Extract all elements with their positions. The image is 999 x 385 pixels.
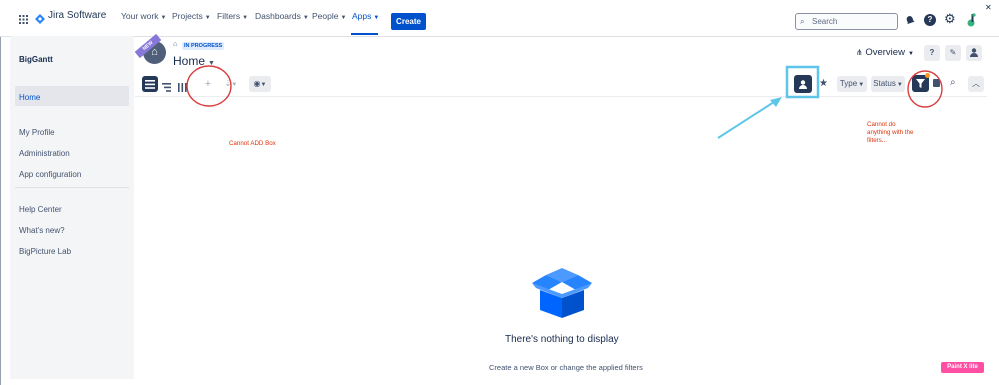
- help-icon[interactable]: ?: [924, 14, 936, 26]
- annotation-arrow-head: [770, 97, 782, 107]
- page-title-text: Home: [173, 54, 206, 68]
- nav-label: Filters: [217, 11, 241, 21]
- empty-state-title: There's nothing to display: [505, 334, 619, 345]
- annotation-arrow-line: [717, 101, 775, 139]
- assignee-filter-button[interactable]: [794, 75, 812, 93]
- eye-icon: ◉: [253, 79, 261, 88]
- status-badge[interactable]: IN PROGRESS: [182, 42, 225, 50]
- nav-dashboards[interactable]: Dashboards ▼: [255, 11, 309, 21]
- close-icon[interactable]: ✕: [985, 3, 992, 12]
- nav-label: People: [312, 11, 339, 21]
- view-list-button[interactable]: [142, 76, 158, 92]
- search-icon: ⌕: [800, 17, 805, 26]
- person-icon: [799, 79, 807, 89]
- star-icon[interactable]: ★: [819, 78, 828, 89]
- empty-box-icon: [532, 268, 592, 318]
- filter-active-dot: [925, 73, 930, 78]
- sort-button[interactable]: ⇣▼: [222, 76, 240, 92]
- user-button[interactable]: [966, 45, 982, 61]
- status-filter-label: Status: [873, 79, 896, 88]
- empty-state-subtitle: Create a new Box or change the applied f…: [489, 363, 643, 372]
- chevron-down-icon: ▼: [907, 51, 914, 57]
- sidebar-title: BigGantt: [19, 55, 53, 64]
- question-icon: ?: [929, 48, 935, 57]
- chevron-down-icon: ▼: [896, 82, 903, 88]
- sidebar-item-app-configuration[interactable]: App configuration: [19, 170, 81, 179]
- nav-label: Dashboards: [255, 11, 301, 21]
- overview-dropdown[interactable]: ⋔ Overview ▼: [856, 47, 914, 58]
- create-button[interactable]: Create: [391, 13, 426, 30]
- add-box-button[interactable]: +: [200, 76, 216, 92]
- search-icon[interactable]: ⌕: [950, 77, 956, 88]
- product-name[interactable]: Jira Software: [48, 10, 106, 21]
- clipboard-icon[interactable]: [933, 79, 940, 87]
- breadcrumb-home-icon[interactable]: ⌂: [173, 41, 177, 48]
- note-line: anything with the: [867, 129, 914, 136]
- sidebar-item-home[interactable]: Home: [19, 93, 40, 102]
- wrench-icon: ✎: [949, 48, 957, 57]
- jira-logo-icon: [35, 14, 45, 24]
- nav-filters[interactable]: Filters ▼: [217, 11, 248, 21]
- nav-label: Apps: [352, 11, 372, 21]
- sidebar-divider: [15, 187, 129, 188]
- chevron-down-icon: ▼: [340, 15, 347, 21]
- settings-gear-icon[interactable]: ⚙: [944, 12, 956, 25]
- active-nav-indicator: [351, 33, 378, 35]
- chevron-down-icon: ▼: [242, 15, 249, 21]
- note-line: filters...: [867, 137, 887, 144]
- window-edge: [0, 0, 1, 385]
- collapse-button[interactable]: ︿: [968, 76, 984, 92]
- nav-label: Projects: [172, 11, 203, 21]
- nav-your-work[interactable]: Your work ▼: [121, 11, 166, 21]
- chevron-down-icon: ▼: [373, 15, 380, 21]
- help-button[interactable]: ?: [924, 45, 940, 61]
- visibility-button[interactable]: ◉▼: [249, 76, 271, 92]
- chevron-down-icon: ▼: [208, 60, 215, 67]
- plus-icon: +: [204, 78, 212, 90]
- top-navigation: Jira Software Your work ▼ Projects ▼ Filte…: [0, 0, 999, 37]
- toolbar-divider: [135, 96, 987, 97]
- sidebar-item-help-center[interactable]: Help Center: [19, 205, 62, 214]
- funnel-icon: [916, 79, 925, 88]
- status-filter-dropdown[interactable]: Status▼: [871, 76, 905, 92]
- sidebar-item-administration[interactable]: Administration: [19, 149, 70, 158]
- type-filter-label: Type: [839, 79, 858, 88]
- annotation-note-filters: Cannot do anything with the filters...: [867, 121, 913, 145]
- nav-apps[interactable]: Apps ▼: [352, 11, 379, 21]
- chevron-down-icon: ▼: [302, 15, 309, 21]
- app-switcher-icon[interactable]: [19, 15, 28, 24]
- indent-view-icon[interactable]: [162, 79, 172, 97]
- nav-label: Your work: [121, 11, 159, 21]
- chevron-up-icon: ︿: [972, 79, 980, 88]
- search-input[interactable]: ⌕ Search: [795, 13, 898, 30]
- sidebar-item-whats-new[interactable]: What's new?: [19, 226, 65, 235]
- chevron-down-icon: ▼: [160, 15, 167, 21]
- type-filter-dropdown[interactable]: Type▼: [837, 76, 867, 92]
- person-icon: [970, 48, 978, 57]
- search-placeholder: Search: [812, 17, 838, 26]
- list-view-icon: [145, 79, 155, 89]
- home-icon: ⌂: [151, 46, 158, 58]
- overview-label: Overview: [865, 47, 905, 58]
- paint-x-watermark: Paint X lite: [941, 362, 984, 373]
- nav-people[interactable]: People ▼: [312, 11, 346, 21]
- sidebar-item-bigpicture-lab[interactable]: BigPicture Lab: [19, 247, 71, 256]
- chevron-down-icon: ▼: [858, 82, 865, 88]
- sidebar: BigGantt Home My Profile Administration …: [10, 36, 134, 379]
- notifications-icon[interactable]: [905, 15, 915, 25]
- sidebar-item-my-profile[interactable]: My Profile: [19, 128, 55, 137]
- hierarchy-icon: ⋔: [856, 48, 863, 57]
- chevron-down-icon: ▼: [231, 82, 238, 88]
- page-title[interactable]: Home ▼: [173, 54, 215, 68]
- chevron-down-icon: ▼: [204, 15, 211, 21]
- chevron-down-icon: ▼: [260, 82, 267, 88]
- note-line: Cannot do: [867, 121, 896, 128]
- tools-button[interactable]: ✎: [945, 45, 961, 61]
- annotation-note-add: Cannot ADD Box: [229, 140, 276, 147]
- columns-view-icon[interactable]: [178, 79, 187, 97]
- nav-projects[interactable]: Projects ▼: [172, 11, 211, 21]
- profile-avatar-icon[interactable]: [966, 13, 978, 27]
